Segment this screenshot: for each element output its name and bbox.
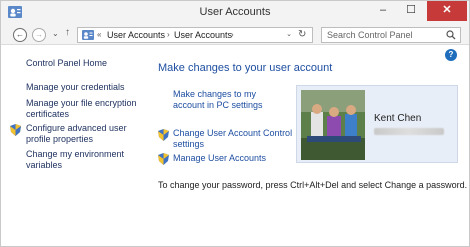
forward-button[interactable]: → (32, 28, 46, 42)
navigation-bar: ← → ⌄ ↑ « User Accounts › User Accounts … (1, 25, 469, 45)
file-encryption-link[interactable]: Manage your file encryption certificates (26, 98, 146, 120)
account-email-redacted (374, 128, 444, 135)
account-card: Kent Chen (296, 85, 458, 163)
pc-settings-link[interactable]: Make changes to my account in PC setting… (173, 89, 288, 111)
shield-icon (158, 153, 169, 165)
account-name: Kent Chen (374, 113, 422, 124)
refresh-icon[interactable]: ↻ (298, 30, 306, 40)
uac-settings-link[interactable]: Change User Account Control settings (173, 128, 293, 150)
password-note: To change your password, press Ctrl+Alt+… (158, 180, 468, 190)
shield-icon (10, 124, 21, 136)
help-icon[interactable]: ? (445, 49, 457, 61)
breadcrumb-item[interactable]: User Accounts (174, 30, 232, 40)
window: User Accounts – ☐ ✕ ← → ⌄ ↑ « User Accou… (0, 0, 470, 247)
search-placeholder: Search Control Panel (327, 30, 413, 40)
breadcrumb-item[interactable]: User Accounts (107, 30, 165, 40)
breadcrumb-separator[interactable]: › (231, 30, 234, 39)
advanced-profile-link[interactable]: Configure advanced user profile properti… (26, 123, 146, 145)
close-button[interactable]: ✕ (427, 1, 467, 21)
avatar[interactable] (301, 90, 365, 160)
address-dropdown-button[interactable]: ⌄ (286, 30, 292, 38)
title-bar: User Accounts – ☐ ✕ (1, 1, 469, 25)
search-icon[interactable] (446, 30, 456, 40)
recent-locations-button[interactable]: ⌄ (52, 29, 59, 38)
maximize-button[interactable]: ☐ (397, 1, 425, 21)
minimize-button[interactable]: – (369, 1, 397, 21)
back-button[interactable]: ← (13, 28, 27, 42)
shield-icon (158, 129, 169, 141)
up-button[interactable]: ↑ (65, 27, 70, 38)
manage-user-accounts-link[interactable]: Manage User Accounts (173, 153, 293, 164)
search-input[interactable]: Search Control Panel (321, 27, 461, 43)
breadcrumb-overflow[interactable]: « (97, 30, 101, 39)
user-accounts-icon (82, 30, 94, 40)
page-heading: Make changes to your user account (158, 62, 333, 74)
environment-variables-link[interactable]: Change my environment variables (26, 149, 146, 171)
manage-credentials-link[interactable]: Manage your credentials (26, 82, 146, 93)
address-bar[interactable]: « User Accounts › User Accounts › ⌄ (77, 27, 313, 43)
control-panel-home-link[interactable]: Control Panel Home (26, 58, 146, 69)
breadcrumb-separator[interactable]: › (167, 30, 170, 39)
left-pane: Control Panel Home Manage your credentia… (1, 46, 151, 246)
